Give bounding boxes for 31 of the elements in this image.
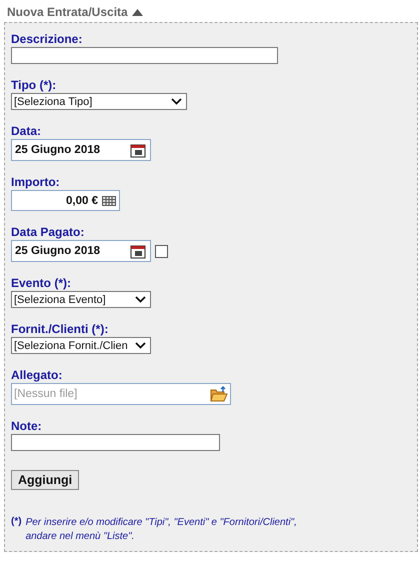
checkbox[interactable] [155, 244, 168, 258]
chevron-down-icon [171, 98, 182, 105]
collapse-arrow-icon[interactable] [132, 8, 143, 16]
chevron-down-icon [135, 342, 146, 349]
add-button[interactable]: Aggiungi [11, 470, 80, 490]
footnote-text: andare nel menù "Liste". [26, 530, 136, 544]
footnote-marker: (*) [11, 516, 22, 529]
calendar-icon[interactable] [130, 244, 146, 258]
footnote-text: Per inserire e/o modificare "Tipi", "Eventi" e "Fornitori/Clienti", [26, 516, 297, 530]
field-label: Allegato: [11, 368, 64, 382]
folder-icon[interactable] [210, 386, 228, 402]
calculator-icon[interactable] [102, 196, 116, 206]
date-field[interactable]: 25 Giugno 2018 [11, 240, 151, 262]
dropdown[interactable]: [Seleziona Evento] [11, 291, 151, 308]
field-label: Tipo (*): [11, 78, 58, 92]
field-label: Fornit./Clienti (*): [11, 322, 110, 336]
text-field[interactable] [11, 47, 278, 64]
section-title[interactable]: Nuova Entrata/Uscita [7, 5, 128, 19]
field-label: Evento (*): [11, 276, 72, 290]
field-label: Descrizione: [11, 32, 84, 46]
dropdown[interactable]: [Seleziona Fornit./Clien [11, 337, 151, 354]
calendar-icon[interactable] [130, 142, 146, 158]
field-label: Data Pagato: [11, 225, 86, 239]
dropdown[interactable]: [Seleziona Tipo] [11, 93, 187, 110]
field-label: Note: [11, 419, 43, 433]
field-label: Data: [11, 124, 42, 138]
amount-field[interactable]: 0,00 € [11, 190, 120, 211]
date-field[interactable]: 25 Giugno 2018 [11, 139, 151, 161]
field-label: Importo: [11, 175, 61, 189]
text-field[interactable] [11, 434, 220, 451]
chevron-down-icon [135, 296, 146, 303]
